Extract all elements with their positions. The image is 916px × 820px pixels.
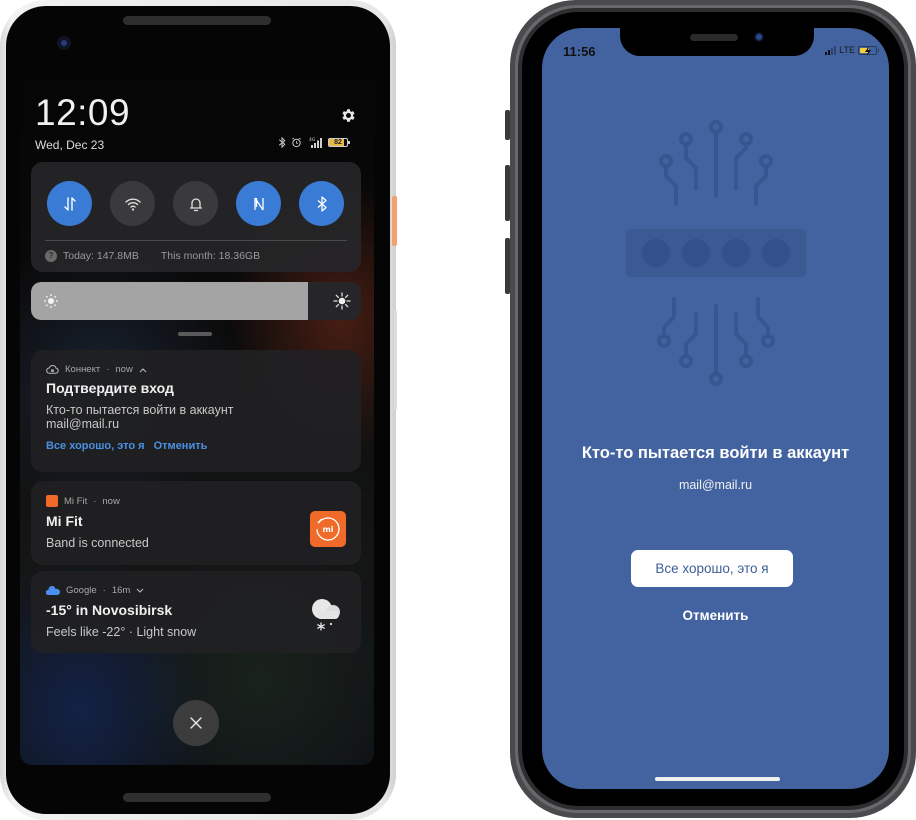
iphone-screen: 11:56 LTE Кто-то пытается войти в аккаун… [542, 28, 889, 789]
cancel-action[interactable]: Отменить [154, 440, 208, 452]
toggle-mobile-data[interactable] [47, 181, 92, 226]
iphone-frame: 11:56 LTE Кто-то пытается войти в аккаун… [505, 0, 916, 820]
volume-button [394, 310, 397, 410]
battery-level: 82 [334, 139, 342, 146]
battery-icon: 82 [328, 138, 350, 147]
app-name: Mi Fit [64, 495, 88, 507]
notification-time: 16m [111, 585, 131, 596]
home-indicator[interactable] [655, 777, 780, 781]
chevron-up-icon[interactable] [139, 367, 147, 373]
notification-title: -15° in Novosibirsk [46, 602, 173, 618]
toggle-nfc[interactable] [236, 181, 281, 226]
mi-fit-large-icon: mi [310, 511, 346, 547]
notification-body: Band is connected [46, 536, 149, 550]
network-type: LTE [839, 45, 855, 55]
toggle-wifi[interactable] [110, 181, 155, 226]
front-camera [754, 32, 764, 42]
help-icon: ? [45, 250, 57, 262]
circuit-password-illustration [626, 120, 806, 386]
brightness-low-icon [44, 294, 58, 308]
gear-icon[interactable] [340, 107, 357, 124]
signal-icon [825, 45, 837, 55]
android-notification-shade: 12:09 Wed, Dec 23 4G 82 ? Today: 147.8MB… [20, 60, 374, 765]
confirm-button[interactable]: Все хорошо, это я [631, 550, 793, 587]
status-bar-icons: LTE [825, 45, 879, 56]
lightning-icon [865, 45, 871, 56]
notification-email: mail@mail.ru [46, 417, 120, 431]
notification-body: Feels like -22° · Light snow [46, 625, 197, 639]
earpiece-speaker [123, 16, 271, 25]
power-button [392, 196, 397, 246]
alarm-icon [292, 137, 301, 148]
earpiece-speaker [690, 34, 738, 41]
brightness-fill [31, 282, 309, 320]
chevron-down-icon[interactable] [136, 588, 144, 594]
cloud-lock-icon [46, 365, 59, 374]
quick-settings-panel: ? Today: 147.8MB This month: 18.36GB [31, 162, 361, 272]
notification-body: Кто-то пытается войти в аккаунт [46, 403, 234, 417]
cloud-icon [46, 586, 60, 595]
data-usage[interactable]: ? Today: 147.8MB This month: 18.36GB [45, 250, 260, 262]
notification-mi-fit[interactable]: Mi Fit · now Mi Fit Band is connected mi [31, 481, 361, 565]
notification-time: now [102, 495, 120, 507]
bottom-speaker [123, 793, 271, 802]
front-camera [57, 36, 71, 50]
notification-header: Mi Fit · now [46, 495, 120, 507]
notification-header: Коннект · now [46, 364, 147, 375]
drag-handle[interactable] [178, 332, 212, 336]
app-name: Google [66, 585, 97, 596]
brightness-slider[interactable] [31, 282, 361, 320]
wifi-icon [124, 197, 141, 211]
status-time: 11:56 [563, 44, 596, 59]
bluetooth-icon [317, 195, 327, 212]
close-icon [190, 717, 202, 729]
notification-title: Подтвердите вход [46, 380, 174, 396]
data-usage-month: This month: 18.36GB [160, 250, 261, 262]
notification-header: Google · 16m [46, 585, 144, 596]
cancel-button[interactable]: Отменить [542, 608, 889, 623]
snow-cloud-icon [312, 599, 340, 631]
divider [45, 240, 347, 241]
confirm-action[interactable]: Все хорошо, это я [46, 440, 145, 452]
notification-google-weather[interactable]: Google · 16m -15° in Novosibirsk Feels l… [31, 571, 361, 653]
mi-fit-app-icon [46, 495, 58, 507]
battery-charging-icon [858, 45, 879, 56]
notification-actions: Все хорошо, это я Отменить [46, 440, 207, 452]
data-usage-today: Today: 147.8MB [63, 250, 139, 262]
mi-logo-text: mi [322, 525, 333, 534]
notification-title: Mi Fit [46, 513, 83, 529]
quick-settings-toggles [47, 181, 344, 226]
date: Wed, Dec 23 [35, 138, 105, 152]
bluetooth-icon [278, 137, 286, 148]
clear-all-button[interactable] [173, 700, 219, 746]
brightness-high-icon [333, 292, 351, 310]
data-arrows-icon [63, 196, 76, 211]
nfc-icon [253, 197, 264, 210]
app-name: Коннект [65, 364, 101, 375]
status-bar-icons: 4G 82 [278, 137, 350, 148]
network-label: 4G [309, 137, 316, 143]
alert-title: Кто-то пытается войти в аккаунт [581, 444, 850, 462]
toggle-sound[interactable] [173, 181, 218, 226]
account-email: mail@mail.ru [678, 478, 753, 492]
toggle-bluetooth[interactable] [299, 181, 344, 226]
notification-time: now [115, 364, 133, 375]
bell-icon [189, 197, 202, 211]
notification-konnekt[interactable]: Коннект · now Подтвердите вход Кто-то пы… [31, 350, 361, 472]
clock: 12:09 [35, 92, 131, 133]
signal-4g-icon: 4G [309, 137, 322, 148]
notch [620, 28, 814, 56]
